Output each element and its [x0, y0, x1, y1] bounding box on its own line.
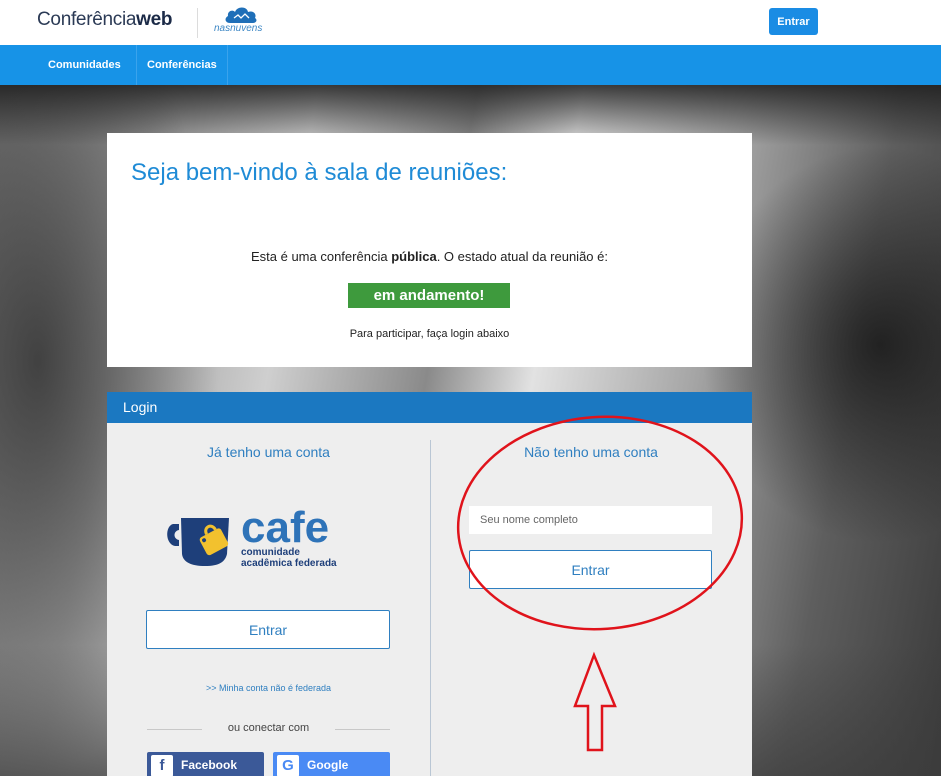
login-panel: Login Já tenho uma conta Não tenho uma c…: [107, 392, 752, 776]
nasnuvens-text: nasnuvens: [214, 23, 263, 34]
cafe-tagline-2: acadêmica federada: [241, 558, 337, 569]
facebook-login-button[interactable]: f Facebook: [147, 752, 264, 776]
google-login-button[interactable]: G Google: [273, 752, 390, 776]
google-label: Google: [307, 758, 349, 772]
conference-status-text: Esta é uma conferência pública. O estado…: [250, 249, 608, 264]
login-hint: Para participar, faça login abaixo: [349, 328, 510, 340]
cafe-login-button[interactable]: Entrar: [146, 610, 390, 649]
google-icon: G: [277, 755, 299, 776]
welcome-title: Seja bem-vindo à sala de reuniões:: [131, 159, 508, 186]
welcome-card: Seja bem-vindo à sala de reuniões: Esta …: [107, 133, 752, 367]
conference-visibility: pública: [391, 249, 437, 264]
main-nav: Comunidades Conferências: [0, 45, 941, 85]
facebook-icon: f: [151, 755, 173, 776]
conferenciaweb-logo[interactable]: Conferênciaweb: [37, 9, 173, 31]
cloud-icon: [225, 7, 257, 23]
brand-light-text: Conferência: [37, 9, 137, 30]
nav-item-comunidades[interactable]: Comunidades: [38, 45, 131, 85]
nav-item-conferencias[interactable]: Conferências: [136, 45, 228, 85]
facebook-label: Facebook: [181, 758, 238, 772]
top-header: Conferênciaweb nasnuvens Entrar: [0, 0, 941, 45]
existing-account-title: Já tenho uma conta: [207, 444, 330, 460]
cafe-tagline-1: comunidade: [241, 547, 300, 558]
cafe-logo: cafe comunidade acadêmica federada: [167, 503, 337, 569]
full-name-input[interactable]: [469, 506, 712, 534]
or-connect-label: ou conectar com: [227, 722, 310, 734]
divider-line: [335, 729, 390, 730]
meeting-status-badge: em andamento!: [348, 283, 510, 308]
no-account-title: Não tenho uma conta: [524, 444, 658, 460]
non-federated-account-link[interactable]: >> Minha conta não é federada: [107, 683, 430, 693]
header-login-button[interactable]: Entrar: [769, 8, 818, 35]
column-divider: [430, 440, 431, 776]
cafe-brand-text: cafe: [241, 503, 329, 552]
nasnuvens-logo[interactable]: nasnuvens: [212, 6, 272, 38]
guest-login-button[interactable]: Entrar: [469, 550, 712, 589]
header-separator: [197, 8, 198, 38]
brand-bold-text: web: [136, 9, 173, 30]
login-panel-header: Login: [107, 392, 752, 423]
